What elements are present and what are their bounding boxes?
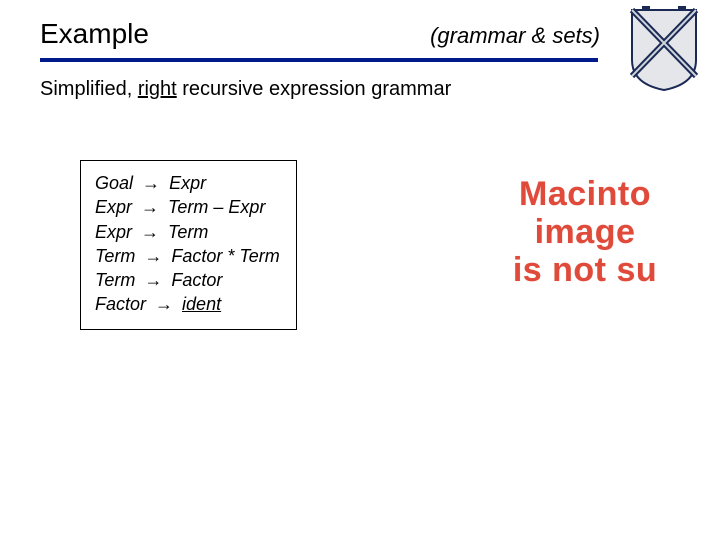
- slide-title: Example: [40, 18, 149, 50]
- grammar-rule: Term → Factor * Term: [95, 244, 280, 268]
- grammar-rule: Expr → Term: [95, 220, 280, 244]
- grammar-box: Goal → Expr Expr → Term – Expr Expr → Te…: [80, 160, 297, 330]
- arrow-icon: →: [138, 173, 164, 193]
- rule-lhs: Term: [95, 270, 135, 290]
- rule-lhs: Factor: [95, 294, 146, 314]
- arrow-icon: →: [140, 246, 166, 266]
- missing-line: is not su: [450, 251, 720, 289]
- slide-subtitle: (grammar & sets): [430, 23, 600, 49]
- grammar-rule: Factor → ident: [95, 292, 280, 316]
- body-sentence: Simplified, right recursive expression g…: [40, 78, 451, 101]
- rule-lhs: Term: [95, 246, 135, 266]
- rule-rhs: Factor * Term: [171, 246, 279, 266]
- arrow-icon: →: [137, 197, 163, 217]
- missing-image-placeholder: Macinto image is not su: [450, 175, 720, 289]
- header-rule: [40, 58, 598, 62]
- grammar-rule: Goal → Expr: [95, 171, 280, 195]
- body-underlined: right: [138, 78, 177, 100]
- arrow-icon: →: [137, 222, 163, 242]
- rule-rhs: Expr: [169, 173, 206, 193]
- slide: Example (grammar & sets) Simplified, rig…: [0, 0, 720, 540]
- grammar-rule: Expr → Term – Expr: [95, 195, 280, 219]
- rule-rhs: Factor: [171, 270, 222, 290]
- body-post: recursive expression grammar: [177, 78, 452, 100]
- grammar-rule: Term → Factor: [95, 268, 280, 292]
- rule-lhs: Expr: [95, 222, 132, 242]
- body-pre: Simplified,: [40, 78, 138, 100]
- rule-rhs: Term – Expr: [168, 197, 265, 217]
- rule-lhs: Expr: [95, 197, 132, 217]
- rule-lhs: Goal: [95, 173, 133, 193]
- rule-rhs: Term: [168, 222, 208, 242]
- rule-rhs-ident: ident: [182, 294, 221, 314]
- crest-logo: [628, 6, 700, 92]
- missing-line: Macinto: [450, 175, 720, 213]
- missing-line: image: [450, 213, 720, 251]
- arrow-icon: →: [151, 294, 177, 314]
- header: Example (grammar & sets): [40, 18, 600, 50]
- arrow-icon: →: [140, 270, 166, 290]
